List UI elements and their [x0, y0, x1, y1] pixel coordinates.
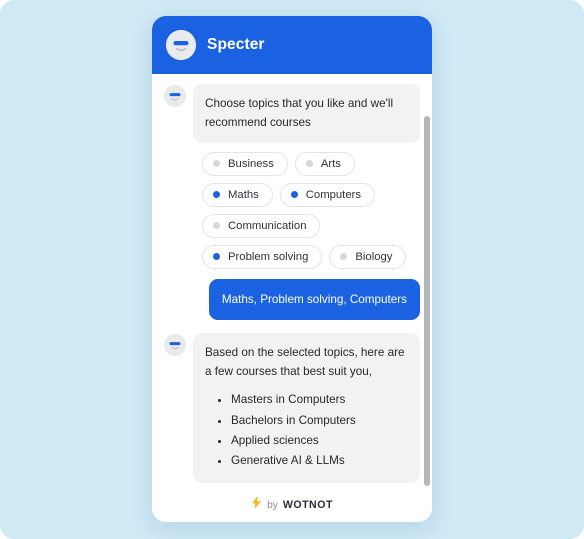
footer-brand-name: WOTNOT	[282, 499, 333, 511]
scrollbar-track[interactable]	[424, 74, 430, 488]
recommendation-intro-text: Based on the selected topics, here are a…	[205, 345, 405, 379]
scrollbar-thumb[interactable]	[424, 116, 430, 486]
topic-chip-label: Biology	[355, 250, 393, 263]
chip-unselected-dot-icon	[305, 160, 313, 168]
page-background: Specter Choose topics that you like and …	[0, 0, 584, 539]
bot-avatar-icon	[164, 333, 186, 356]
topic-chip-biology[interactable]: Biology	[329, 244, 407, 269]
chip-selected-dot-icon	[290, 191, 298, 199]
message-row-bot-prompt: Choose topics that you like and we'll re…	[164, 84, 420, 143]
topic-chip-business[interactable]: Business	[202, 151, 288, 176]
message-row-bot-recommendation: Based on the selected topics, here are a…	[164, 332, 420, 483]
topic-chip-label: Problem solving	[228, 250, 309, 263]
bot-avatar-icon	[166, 30, 196, 60]
topic-chip-maths[interactable]: Maths	[202, 182, 273, 207]
topic-chip-group: Business Arts Maths Computers Communication P…	[202, 151, 414, 269]
topic-chip-label: Business	[228, 157, 274, 170]
chip-unselected-dot-icon	[340, 253, 348, 261]
bot-message-bubble: Choose topics that you like and we'll re…	[193, 84, 420, 143]
topic-chip-label: Maths	[228, 188, 259, 201]
chat-header: Specter	[152, 16, 432, 74]
chip-selected-dot-icon	[213, 253, 220, 261]
chat-widget-card: Specter Choose topics that you like and …	[152, 16, 432, 522]
chip-selected-dot-icon	[213, 191, 220, 199]
user-message-bubble: Maths, Problem solving, Computers	[208, 278, 420, 320]
topic-chip-label: Communication	[228, 219, 307, 232]
footer-by-text: by	[267, 499, 278, 511]
course-list-item: Masters in Computers	[231, 390, 408, 410]
course-list-item: Applied sciences	[231, 431, 408, 451]
topic-chip-arts[interactable]: Arts	[294, 151, 355, 176]
topic-chip-computers[interactable]: Computers	[279, 182, 376, 207]
topic-chip-problem-solving[interactable]: Problem solving	[202, 244, 323, 269]
topic-chip-communication[interactable]: Communication	[202, 213, 321, 238]
page-title: Specter	[207, 36, 265, 53]
chat-footer-branding: by WOTNOT	[152, 488, 432, 522]
course-list: Masters in ComputersBachelors in Compute…	[205, 390, 408, 471]
chip-unselected-dot-icon	[213, 222, 220, 230]
topic-chip-label: Computers	[305, 188, 362, 201]
course-list-item: Bachelors in Computers	[231, 411, 408, 431]
bot-recommendation-bubble: Based on the selected topics, here are a…	[193, 332, 420, 483]
topic-chip-label: Arts	[320, 157, 341, 170]
message-row-user-reply: Maths, Problem solving, Computers	[164, 278, 420, 320]
chat-message-list: Choose topics that you like and we'll re…	[152, 74, 432, 488]
lightning-bolt-icon	[251, 496, 262, 514]
course-list-item: Generative AI & LLMs	[231, 451, 408, 471]
bot-avatar-icon	[164, 85, 186, 107]
chip-unselected-dot-icon	[213, 160, 220, 168]
